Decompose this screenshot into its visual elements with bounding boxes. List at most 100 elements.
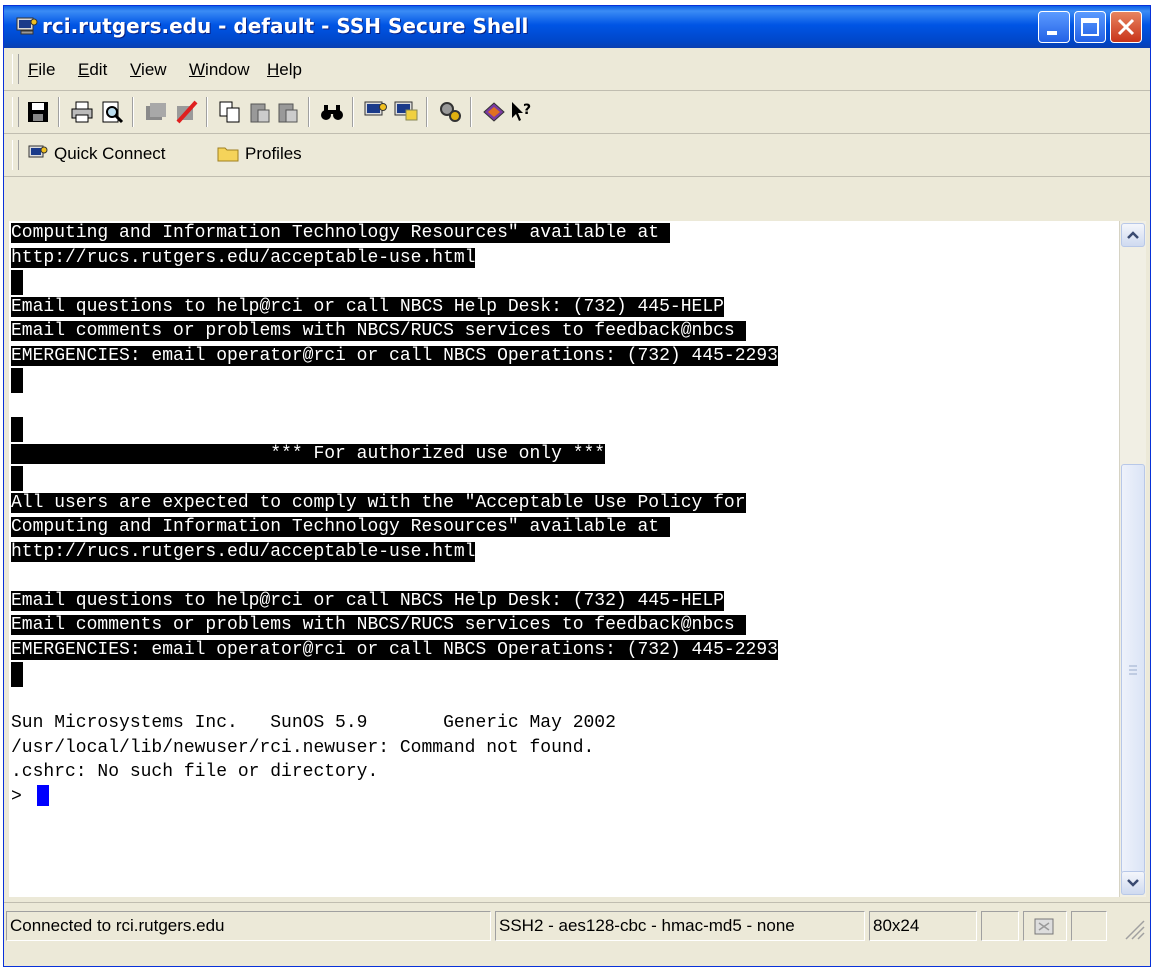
terminal-line: EMERGENCIES: email operator@rci or call … bbox=[11, 344, 778, 369]
quickbar-grip[interactable] bbox=[12, 140, 19, 170]
highlighted-text: Email questions to help@rci or call NBCS… bbox=[11, 590, 724, 611]
terminal-text: .cshrc: No such file or directory. bbox=[11, 762, 379, 782]
maximize-icon bbox=[1081, 18, 1099, 36]
status-transfer-panel bbox=[1023, 911, 1067, 941]
new-terminal-icon[interactable] bbox=[364, 100, 388, 124]
terminal-output: Computing and Information Technology Res… bbox=[11, 221, 778, 809]
terminal-line: EMERGENCIES: email operator@rci or call … bbox=[11, 638, 778, 663]
resize-grip-icon[interactable] bbox=[1120, 915, 1146, 941]
terminal-line bbox=[11, 368, 778, 393]
paste-alt-icon[interactable] bbox=[276, 100, 300, 124]
terminal-line: Sun Microsystems Inc. SunOS 5.9 Generic … bbox=[11, 711, 778, 736]
paste-icon[interactable] bbox=[248, 100, 272, 124]
highlighted-text: All users are expected to comply with th… bbox=[11, 492, 746, 513]
scroll-down-button[interactable] bbox=[1121, 871, 1145, 895]
highlighted-blank bbox=[11, 466, 23, 491]
window-title: rci.rutgers.edu - default - SSH Secure S… bbox=[42, 14, 529, 38]
terminal-line bbox=[11, 662, 778, 687]
highlighted-text: *** For authorized use only *** bbox=[11, 443, 606, 464]
highlighted-text: Email questions to help@rci or call NBCS… bbox=[11, 296, 724, 317]
grip-lines-icon bbox=[1129, 665, 1137, 675]
print-preview-icon[interactable] bbox=[100, 100, 124, 124]
toolbar-grip[interactable] bbox=[12, 97, 19, 127]
highlighted-text: EMERGENCIES: email operator@rci or call … bbox=[11, 639, 778, 660]
terminal-line: > bbox=[11, 785, 778, 810]
terminal-line: Email comments or problems with NBCS/RUC… bbox=[11, 613, 778, 638]
toolbar-separator bbox=[470, 97, 472, 127]
maximize-button[interactable] bbox=[1074, 11, 1106, 43]
svg-text:?: ? bbox=[523, 102, 531, 118]
terminal-line: Email questions to help@rci or call NBCS… bbox=[11, 295, 778, 320]
highlighted-text: Email comments or problems with NBCS/RUC… bbox=[11, 321, 746, 341]
menu-edit[interactable]: Edit bbox=[78, 60, 107, 80]
highlighted-text: http://rucs.rutgers.edu/acceptable-use.h… bbox=[11, 541, 476, 562]
highlighted-blank bbox=[11, 417, 23, 442]
terminal-line: /usr/local/lib/newuser/rci.newuser: Comm… bbox=[11, 736, 778, 761]
close-icon bbox=[1117, 18, 1135, 36]
profiles-button[interactable]: Profiles bbox=[217, 144, 302, 164]
terminal-area[interactable]: Computing and Information Technology Res… bbox=[9, 221, 1119, 897]
menu-view[interactable]: View bbox=[130, 60, 167, 80]
print-icon[interactable] bbox=[70, 100, 94, 124]
status-connection: Connected to rci.rutgers.edu bbox=[6, 911, 491, 941]
highlighted-text: Computing and Information Technology Res… bbox=[11, 223, 670, 243]
highlighted-text: Email comments or problems with NBCS/RUC… bbox=[11, 615, 746, 635]
menu-help[interactable]: Help bbox=[267, 60, 302, 80]
highlighted-text: EMERGENCIES: email operator@rci or call … bbox=[11, 345, 778, 366]
settings-icon[interactable] bbox=[438, 100, 462, 124]
terminal-line: http://rucs.rutgers.edu/acceptable-use.h… bbox=[11, 246, 778, 271]
cancel-icon[interactable] bbox=[174, 100, 198, 124]
minimize-button[interactable] bbox=[1038, 11, 1070, 43]
vertical-scrollbar[interactable] bbox=[1119, 221, 1146, 897]
terminal-line: http://rucs.rutgers.edu/acceptable-use.h… bbox=[11, 540, 778, 565]
toolbar-separator bbox=[58, 97, 60, 127]
terminal-line bbox=[11, 466, 778, 491]
highlighted-blank bbox=[11, 368, 23, 393]
terminal-line: Computing and Information Technology Res… bbox=[11, 515, 778, 540]
terminal-line: .cshrc: No such file or directory. bbox=[11, 760, 778, 785]
text-cursor bbox=[36, 785, 49, 807]
terminal-line: *** For authorized use only *** bbox=[11, 442, 778, 467]
toolbar-separator bbox=[206, 97, 208, 127]
terminal-line bbox=[11, 417, 778, 442]
status-empty-panel bbox=[1071, 911, 1107, 941]
status-bar: Connected to rci.rutgers.edu SSH2 - aes1… bbox=[4, 902, 1150, 966]
network-activity-icon bbox=[1034, 918, 1054, 935]
menu-bar: File Edit View Window Help bbox=[4, 48, 1150, 91]
copy-icon[interactable] bbox=[218, 100, 242, 124]
ssh-app-icon bbox=[16, 17, 38, 35]
scroll-down-icon bbox=[1127, 879, 1139, 887]
terminal-text: > bbox=[11, 786, 33, 807]
menu-window[interactable]: Window bbox=[189, 60, 249, 80]
terminal-line: Email comments or problems with NBCS/RUC… bbox=[11, 319, 778, 344]
title-bar[interactable]: rci.rutgers.edu - default - SSH Secure S… bbox=[4, 6, 1150, 48]
quick-connect-bar: Quick Connect Profiles bbox=[4, 134, 1150, 177]
disconnect-icon[interactable] bbox=[144, 100, 168, 124]
toolbar-separator bbox=[352, 97, 354, 127]
terminal-line: Computing and Information Technology Res… bbox=[11, 221, 778, 246]
status-cipher: SSH2 - aes128-cbc - hmac-md5 - none bbox=[495, 911, 865, 941]
new-file-transfer-icon[interactable] bbox=[394, 100, 418, 124]
find-icon[interactable] bbox=[320, 100, 344, 124]
terminal-line: All users are expected to comply with th… bbox=[11, 491, 778, 516]
quick-connect-button[interactable]: Quick Connect bbox=[28, 144, 166, 164]
save-icon[interactable] bbox=[26, 100, 50, 124]
highlighted-blank bbox=[11, 270, 23, 295]
highlighted-text: Computing and Information Technology Res… bbox=[11, 517, 670, 537]
quick-connect-icon bbox=[28, 145, 48, 158]
toolbar-separator bbox=[426, 97, 428, 127]
scroll-thumb[interactable] bbox=[1121, 464, 1145, 874]
whats-this-icon[interactable]: ? bbox=[510, 100, 534, 124]
highlighted-blank bbox=[11, 662, 23, 687]
status-empty-panel bbox=[981, 911, 1019, 941]
scroll-up-button[interactable] bbox=[1121, 223, 1145, 247]
menubar-grip[interactable] bbox=[12, 54, 19, 84]
close-button[interactable] bbox=[1110, 11, 1142, 43]
menu-file[interactable]: File bbox=[28, 60, 55, 80]
ssh-window: rci.rutgers.edu - default - SSH Secure S… bbox=[3, 5, 1151, 967]
help-book-icon[interactable] bbox=[482, 100, 506, 124]
highlighted-text: http://rucs.rutgers.edu/acceptable-use.h… bbox=[11, 247, 476, 268]
